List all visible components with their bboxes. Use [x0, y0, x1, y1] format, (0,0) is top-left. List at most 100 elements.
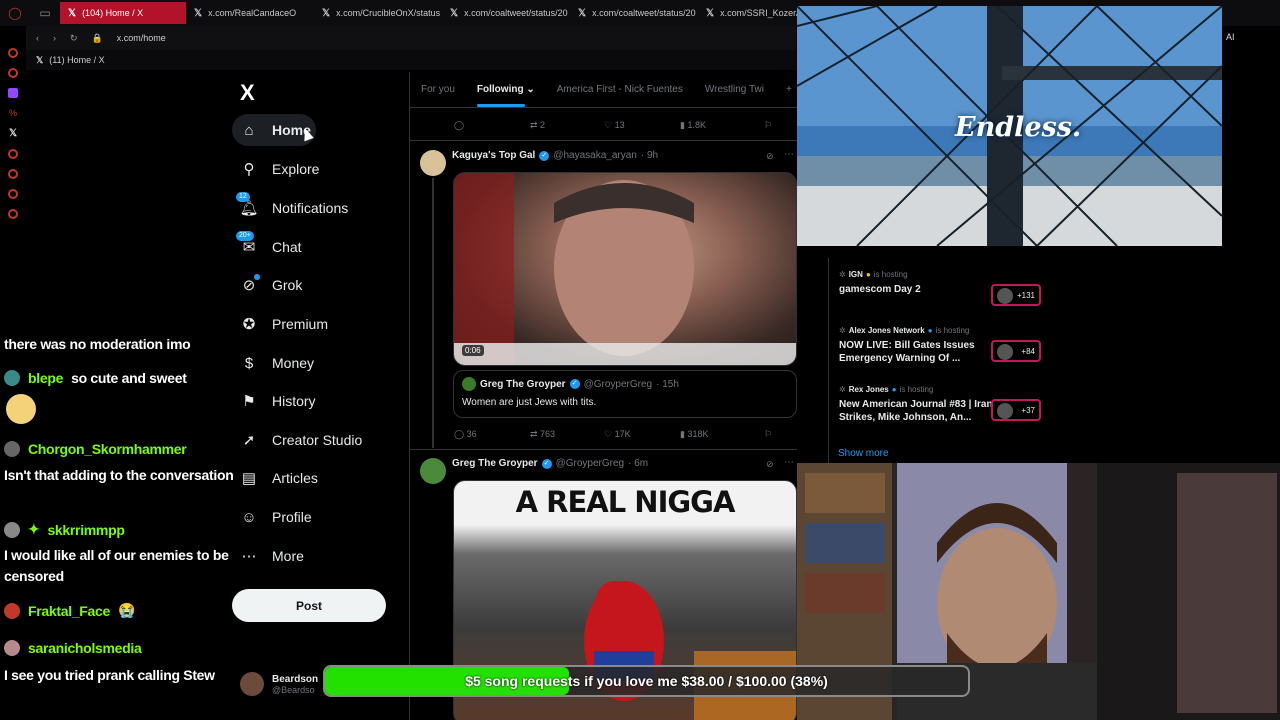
timeline[interactable]: For you Following ⌄ America First - Nick… [409, 72, 797, 720]
nav-explore[interactable]: ⚲ Explore [240, 158, 320, 180]
show-more-link[interactable]: Show more [838, 448, 889, 459]
emote-icon: 😭 [118, 602, 136, 618]
tweet-header: Kaguya's Top Gal @hayasaka_aryan · 9h [452, 150, 658, 161]
home-icon: ⌂ [244, 121, 254, 139]
nav-money[interactable]: $ Money [240, 352, 314, 374]
more-icon: ⋯ [241, 548, 257, 565]
repost-button[interactable]: ⇄ 2 [530, 120, 604, 131]
nav-history[interactable]: ⚑ History [240, 390, 315, 412]
search-icon: ⚲ [243, 161, 255, 178]
x-logo[interactable]: X [240, 80, 255, 106]
nav-grok[interactable]: ⊘ Grok [240, 274, 302, 296]
views-count[interactable]: ▮ 1.8K [680, 120, 764, 131]
space-item[interactable]: ✲ Rex Jones ● is hosting New American Journ… [839, 385, 1049, 424]
repost-button[interactable]: ⇄ 763 [530, 429, 604, 440]
chat-message-text: Isn't that adding to the conversation [4, 467, 234, 483]
verified-icon [569, 379, 580, 389]
like-button[interactable]: ♡ 13 [604, 120, 680, 131]
avatar [997, 344, 1013, 360]
tweet-time[interactable]: · 9h [641, 150, 658, 161]
add-tab-button[interactable]: + [786, 84, 792, 95]
x-favicon-icon: 𝕏 [68, 7, 77, 19]
more-icon[interactable]: ⋯ [784, 457, 794, 468]
browser-tab[interactable]: 𝕏x.com/CrucibleOnX/status [314, 2, 442, 24]
donation-goal-bar: $5 song requests if you love me $38.00 /… [323, 665, 970, 697]
tab-following[interactable]: Following ⌄ [476, 84, 535, 107]
author-name[interactable]: Greg The Groyper [452, 458, 538, 469]
like-button[interactable]: ♡ 17K [604, 429, 680, 440]
rail-icon[interactable] [8, 68, 18, 78]
address-bar: ‹ › ↻ 🔒 x.com/home [26, 26, 796, 50]
quote-header: Greg The Groyper @GroyperGreg · 15h [462, 377, 788, 391]
avatar[interactable] [420, 458, 446, 484]
rail-icon[interactable] [8, 149, 18, 159]
grok-icon[interactable]: ⊘ [766, 459, 774, 470]
rail-icon[interactable] [8, 48, 18, 58]
quote-author: Greg The Groyper [480, 378, 566, 390]
rail-icon[interactable] [8, 209, 18, 219]
avatar [997, 403, 1013, 419]
ai-button[interactable]: AI [1226, 32, 1235, 42]
reply-button[interactable]: ◯ 36 [454, 429, 530, 440]
nav-chat[interactable]: ✉ 20+ Chat [236, 231, 302, 258]
rail-icon[interactable] [8, 189, 18, 199]
account-handle: @Beardso [272, 684, 315, 695]
browser-tab[interactable]: 𝕏 (104) Home / X [60, 2, 186, 24]
tab-list-wrestling[interactable]: Wrestling Twi [705, 84, 764, 95]
browser-tab[interactable]: 𝕏x.com/coaltweet/status/20 [442, 2, 570, 24]
twitch-icon[interactable] [8, 88, 18, 98]
quote-tweet[interactable]: Greg The Groyper @GroyperGreg · 15h Wome… [453, 370, 797, 418]
tab-for-you[interactable]: For you [421, 84, 455, 95]
rail-icon[interactable] [8, 169, 18, 179]
avatar [462, 377, 476, 391]
bookmark-icon[interactable]: ⚐ [764, 120, 772, 131]
author-handle[interactable]: @hayasaka_aryan [553, 150, 637, 161]
back-icon[interactable]: ‹ [36, 33, 39, 43]
browser-tab[interactable]: 𝕏x.com/RealCandaceO [186, 2, 314, 24]
more-icon[interactable]: ⋯ [784, 149, 794, 160]
nav-premium[interactable]: ✪ Premium [240, 313, 328, 335]
premium-icon: ✪ [242, 316, 256, 333]
tab-list-america-first[interactable]: America First - Nick Fuentes [557, 84, 683, 95]
space-item[interactable]: ✲ Alex Jones Network ● is hosting NOW LIVE:… [839, 326, 1049, 365]
grok-icon[interactable]: ⊘ [766, 151, 774, 162]
bookmark-item[interactable]: (11) Home / X [49, 55, 104, 65]
bookmark-icon[interactable]: ⚐ [764, 429, 772, 440]
nav-articles[interactable]: ▤ Articles [240, 467, 318, 489]
nav-creator-studio[interactable]: ➚ Creator Studio [240, 429, 363, 451]
space-listeners[interactable]: +84 [991, 340, 1041, 362]
author-handle[interactable]: @GroyperGreg [556, 458, 625, 469]
nav-more[interactable]: ⋯ More [240, 545, 304, 567]
forward-icon[interactable]: › [53, 33, 56, 43]
nav-profile[interactable]: ☺ Profile [240, 506, 311, 528]
avatar [4, 602, 20, 619]
tab-list-icon[interactable]: ▭ [30, 0, 60, 26]
url-field[interactable]: x.com/home [117, 33, 166, 43]
reload-icon[interactable]: ↻ [70, 33, 78, 44]
chat-username: skkrrimmpp [47, 521, 125, 538]
author-name[interactable]: Kaguya's Top Gal [452, 150, 535, 161]
rail-icon[interactable]: % [9, 108, 17, 118]
tweet-video[interactable]: 0:06 [453, 172, 797, 366]
avatar[interactable] [420, 150, 446, 176]
post-button[interactable]: Post [232, 589, 386, 622]
space-listeners[interactable]: +37 [991, 399, 1041, 421]
grok-icon: ⊘ [240, 274, 260, 294]
chat-badge: 20+ [236, 231, 254, 241]
views-count[interactable]: ▮ 318K [680, 429, 764, 440]
x-rail-icon[interactable]: 𝕏 [9, 128, 17, 139]
account-switcher[interactable]: Beardson @Beardso [240, 672, 318, 696]
video-frame [454, 173, 796, 365]
notification-badge: 12 [236, 192, 250, 202]
space-item[interactable]: ✲ IGN ● is hosting gamescom Day 2 +131 [839, 270, 1049, 306]
space-title: NOW LIVE: Bill Gates Issues Emergency Wa… [839, 340, 975, 364]
verified-icon [539, 150, 550, 161]
verified-icon: ● [891, 385, 897, 394]
browser-tab[interactable]: 𝕏x.com/coaltweet/status/20 [570, 2, 698, 24]
tweet-time[interactable]: · 6m [628, 458, 648, 469]
nav-notifications[interactable]: 🔔︎ 12 Notifications [236, 192, 348, 219]
opera-icon[interactable]: ◯ [0, 0, 30, 26]
reply-icon[interactable]: ◯ [454, 120, 530, 131]
space-listeners[interactable]: +131 [991, 284, 1041, 306]
chat-username: saranicholsmedia [28, 640, 142, 656]
